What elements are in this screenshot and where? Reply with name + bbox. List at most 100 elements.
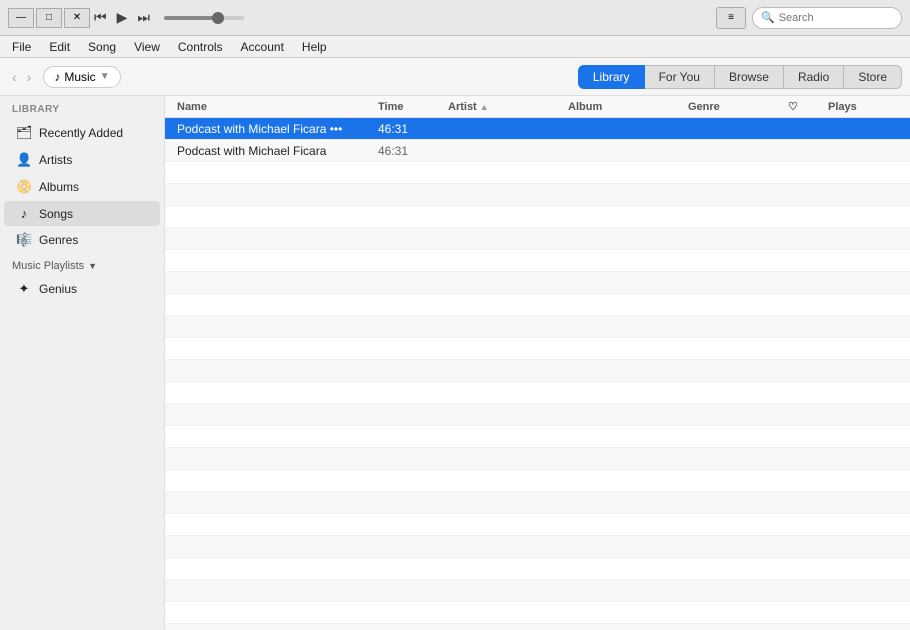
menu-edit[interactable]: Edit [41, 38, 78, 56]
title-bar: — □ ✕ ⏮ ▶ ⏭ ≡ 🔍 [0, 0, 910, 36]
title-bar-right: ≡ 🔍 [716, 7, 902, 29]
empty-row [165, 184, 910, 206]
sidebar-item-songs[interactable]: ♪ Songs [4, 201, 160, 226]
table-row[interactable]: Podcast with Michael Ficara 46:31 [165, 140, 910, 162]
empty-row [165, 228, 910, 250]
artists-label: Artists [39, 153, 72, 167]
row-name: Podcast with Michael Ficara ••• [177, 122, 378, 136]
row-name: Podcast with Michael Ficara [177, 144, 378, 158]
empty-row [165, 448, 910, 470]
genius-icon: ✦ [16, 281, 32, 297]
table-row[interactable]: Podcast with Michael Ficara ••• 46:31 [165, 118, 910, 140]
row-time: 46:31 [378, 144, 448, 158]
empty-row [165, 294, 910, 316]
row-time: 46:31 [378, 122, 448, 136]
empty-row [165, 492, 910, 514]
dropdown-arrow-icon: ▼ [100, 71, 110, 82]
menu-file[interactable]: File [4, 38, 39, 56]
header-plays: Plays [828, 101, 898, 113]
main-layout: Library 🗂 Recently Added 👤 Artists 📀 Alb… [0, 96, 910, 630]
search-input[interactable] [779, 12, 893, 24]
window-controls: — □ ✕ [8, 8, 90, 28]
forward-button[interactable]: › [23, 67, 36, 87]
genres-label: Genres [39, 233, 78, 247]
close-button[interactable]: ✕ [64, 8, 90, 28]
empty-row [165, 602, 910, 624]
tab-browse[interactable]: Browse [715, 65, 784, 89]
playlists-section[interactable]: Music Playlists ▼ [0, 254, 164, 275]
search-box[interactable]: 🔍 [752, 7, 902, 29]
songs-icon: ♪ [16, 206, 32, 221]
rewind-button[interactable]: ⏮ [92, 7, 109, 28]
sidebar-item-genres[interactable]: 🎼 Genres [4, 227, 160, 253]
empty-row [165, 250, 910, 272]
sidebar-item-albums[interactable]: 📀 Albums [4, 174, 160, 200]
genres-icon: 🎼 [16, 232, 32, 248]
empty-row [165, 536, 910, 558]
header-time: Time [378, 101, 448, 113]
empty-row [165, 624, 910, 630]
menu-song[interactable]: Song [80, 38, 124, 56]
empty-row [165, 360, 910, 382]
empty-row [165, 206, 910, 228]
location-dropdown[interactable]: ♪ Music ▼ [43, 66, 120, 88]
menu-controls[interactable]: Controls [170, 38, 231, 56]
back-button[interactable]: ‹ [8, 67, 21, 87]
recently-added-label: Recently Added [39, 126, 123, 140]
empty-row [165, 470, 910, 492]
content-area: Name Time Artist ▲ Album Genre ♡ Plays [165, 96, 910, 630]
menu-help[interactable]: Help [294, 38, 335, 56]
sort-arrow-icon: ▲ [480, 102, 489, 112]
tab-radio[interactable]: Radio [784, 65, 844, 89]
empty-row [165, 272, 910, 294]
tab-for-you[interactable]: For You [645, 65, 715, 89]
header-name: Name [177, 101, 378, 113]
songs-label: Songs [39, 207, 73, 221]
tab-store[interactable]: Store [844, 65, 902, 89]
menu-bar: File Edit Song View Controls Account Hel… [0, 36, 910, 58]
empty-row [165, 316, 910, 338]
sidebar-item-artists[interactable]: 👤 Artists [4, 147, 160, 173]
menu-view[interactable]: View [126, 38, 168, 56]
sidebar-item-recently-added[interactable]: 🗂 Recently Added [4, 120, 160, 146]
playlists-chevron-icon: ▼ [88, 261, 97, 271]
menu-account[interactable]: Account [233, 38, 292, 56]
minimize-button[interactable]: — [8, 8, 34, 28]
table-header: Name Time Artist ▲ Album Genre ♡ Plays [165, 96, 910, 118]
empty-row [165, 580, 910, 602]
menu-icon: ≡ [728, 12, 734, 23]
nav-arrows: ‹ › [8, 67, 35, 87]
table-body: Podcast with Michael Ficara ••• 46:31 Po… [165, 118, 910, 630]
volume-slider[interactable] [164, 16, 244, 20]
header-artist[interactable]: Artist ▲ [448, 101, 568, 113]
sidebar: Library 🗂 Recently Added 👤 Artists 📀 Alb… [0, 96, 165, 630]
music-note-icon: ♪ [54, 70, 60, 84]
menu-button[interactable]: ≡ [716, 7, 746, 29]
empty-row [165, 558, 910, 580]
empty-row [165, 338, 910, 360]
sidebar-item-genius[interactable]: ✦ Genius [4, 276, 160, 302]
empty-row [165, 382, 910, 404]
library-section-label: Library [0, 96, 164, 119]
maximize-button[interactable]: □ [36, 8, 62, 28]
transport-controls: ⏮ ▶ ⏭ [92, 7, 244, 28]
tab-library[interactable]: Library [578, 65, 645, 89]
forward-button[interactable]: ⏭ [135, 7, 152, 28]
genius-label: Genius [39, 282, 77, 296]
play-button[interactable]: ▶ [115, 7, 130, 28]
header-album: Album [568, 101, 688, 113]
artists-icon: 👤 [16, 152, 32, 168]
header-heart: ♡ [788, 100, 828, 113]
playlists-label: Music Playlists [12, 260, 84, 272]
albums-icon: 📀 [16, 179, 32, 195]
maximize-icon: □ [46, 12, 52, 23]
empty-row [165, 514, 910, 536]
recently-added-icon: 🗂 [16, 125, 32, 141]
empty-row [165, 404, 910, 426]
nav-bar: ‹ › ♪ Music ▼ Library For You Browse Rad… [0, 58, 910, 96]
close-icon: ✕ [73, 12, 81, 23]
volume-thumb [212, 12, 224, 24]
location-label: Music [64, 70, 95, 84]
header-genre: Genre [688, 101, 788, 113]
nav-tabs: Library For You Browse Radio Store [578, 65, 902, 89]
